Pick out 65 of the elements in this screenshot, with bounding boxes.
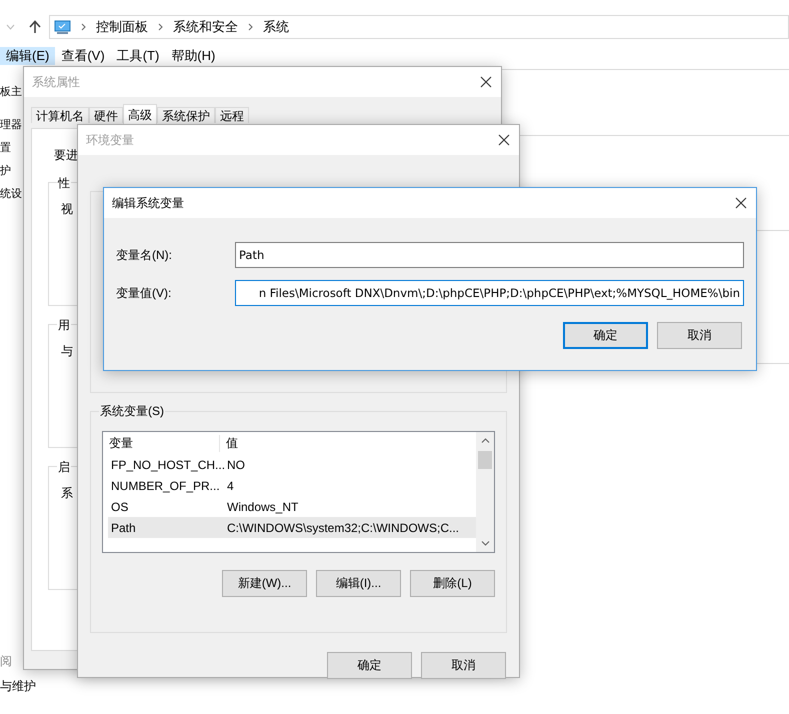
chevron-icon: [158, 23, 163, 31]
menu-item[interactable]: 查看(V): [55, 47, 111, 65]
variable-name: OS: [110, 500, 130, 514]
breadcrumb-item[interactable]: 控制面板: [96, 18, 148, 36]
input-field[interactable]: n Files\Microsoft DNX\Dnvm\;D:\phpCE\PHP;D:\phpCE\PHP\ext;%MYSQL_HOME%\bin: [235, 280, 744, 306]
close-icon[interactable]: [498, 134, 510, 146]
dialog-button[interactable]: 取消: [657, 322, 742, 349]
tab[interactable]: 高级: [123, 104, 157, 124]
breadcrumb-item[interactable]: 系统: [263, 18, 289, 36]
variable-name: FP_NO_HOST_CH...: [110, 458, 224, 472]
close-icon[interactable]: [735, 197, 747, 209]
list-row[interactable]: Path C:\WINDOWS\system32;C:\WINDOWS;C...: [108, 517, 476, 538]
list-row[interactable]: FP_NO_HOST_CH... NO: [108, 454, 476, 475]
sidebar-link[interactable]: 置: [0, 140, 11, 155]
scroll-up-icon[interactable]: [480, 438, 490, 443]
variable-value: C:\WINDOWS\system32;C:\WINDOWS;C...: [226, 520, 460, 534]
list-action-button[interactable]: 新建(W)...: [222, 570, 307, 597]
group-label: 性: [57, 175, 71, 192]
scroll-thumb[interactable]: [478, 451, 492, 469]
breadcrumb-item[interactable]: 系统和安全: [173, 18, 238, 36]
group-text: 视: [61, 202, 73, 216]
field-label: 变量名(N):: [116, 246, 173, 264]
tab[interactable]: 远程: [215, 107, 249, 123]
sidebar-link[interactable]: 统设: [0, 186, 22, 201]
list-row[interactable]: NUMBER_OF_PR... 4: [108, 475, 476, 496]
dialog-button[interactable]: 取消: [421, 652, 506, 679]
intro-text: 要进: [54, 147, 79, 164]
field-label: 变量值(V):: [116, 284, 172, 302]
window-title: 环境变量: [86, 132, 134, 148]
variable-name: Path: [110, 520, 137, 534]
menu-item[interactable]: 编辑(E): [0, 47, 56, 65]
window-title: 编辑系统变量: [112, 194, 184, 212]
sidebar-link[interactable]: 护: [0, 163, 11, 178]
variable-value: 4: [226, 478, 235, 492]
dialog-button[interactable]: 确定: [563, 322, 648, 349]
list-action-button[interactable]: 删除(L): [410, 570, 495, 597]
menu-item[interactable]: 工具(T): [110, 47, 166, 65]
tab[interactable]: 系统保护: [157, 107, 215, 123]
sidebar-link[interactable]: 板主: [0, 84, 22, 99]
group-label: 系统变量(S): [99, 403, 165, 420]
column-header[interactable]: 变量: [103, 434, 219, 452]
variable-name: NUMBER_OF_PR...: [110, 478, 221, 492]
group-text: 与: [61, 344, 73, 358]
close-icon[interactable]: [480, 76, 492, 88]
group-text: 系: [61, 486, 73, 500]
sidebar-link[interactable]: 理器: [0, 117, 22, 132]
variable-value: NO: [226, 458, 246, 472]
tab[interactable]: 硬件: [89, 107, 123, 123]
chevron-icon: [248, 23, 253, 31]
dialog-button[interactable]: 确定: [327, 652, 412, 679]
list-action-button[interactable]: 编辑(I)...: [316, 570, 401, 597]
monitor-icon: [54, 20, 71, 34]
window-title: 系统属性: [32, 74, 80, 90]
variable-value: Windows_NT: [226, 500, 300, 514]
scroll-down-icon[interactable]: [480, 541, 490, 546]
list-row[interactable]: OS Windows_NT: [108, 496, 476, 517]
sidebar-link[interactable]: 阅: [0, 653, 12, 670]
chevron-icon: [81, 23, 86, 31]
tab[interactable]: 计算机名: [31, 107, 89, 123]
scrollbar[interactable]: [476, 432, 494, 552]
input-field[interactable]: Path: [235, 242, 744, 268]
address-bar[interactable]: 控制面板 系统和安全 系统: [49, 15, 789, 39]
up-arrow-icon[interactable]: [29, 20, 41, 34]
menu-item[interactable]: 帮助(H): [165, 47, 222, 65]
sidebar-link[interactable]: 与维护: [0, 678, 36, 695]
